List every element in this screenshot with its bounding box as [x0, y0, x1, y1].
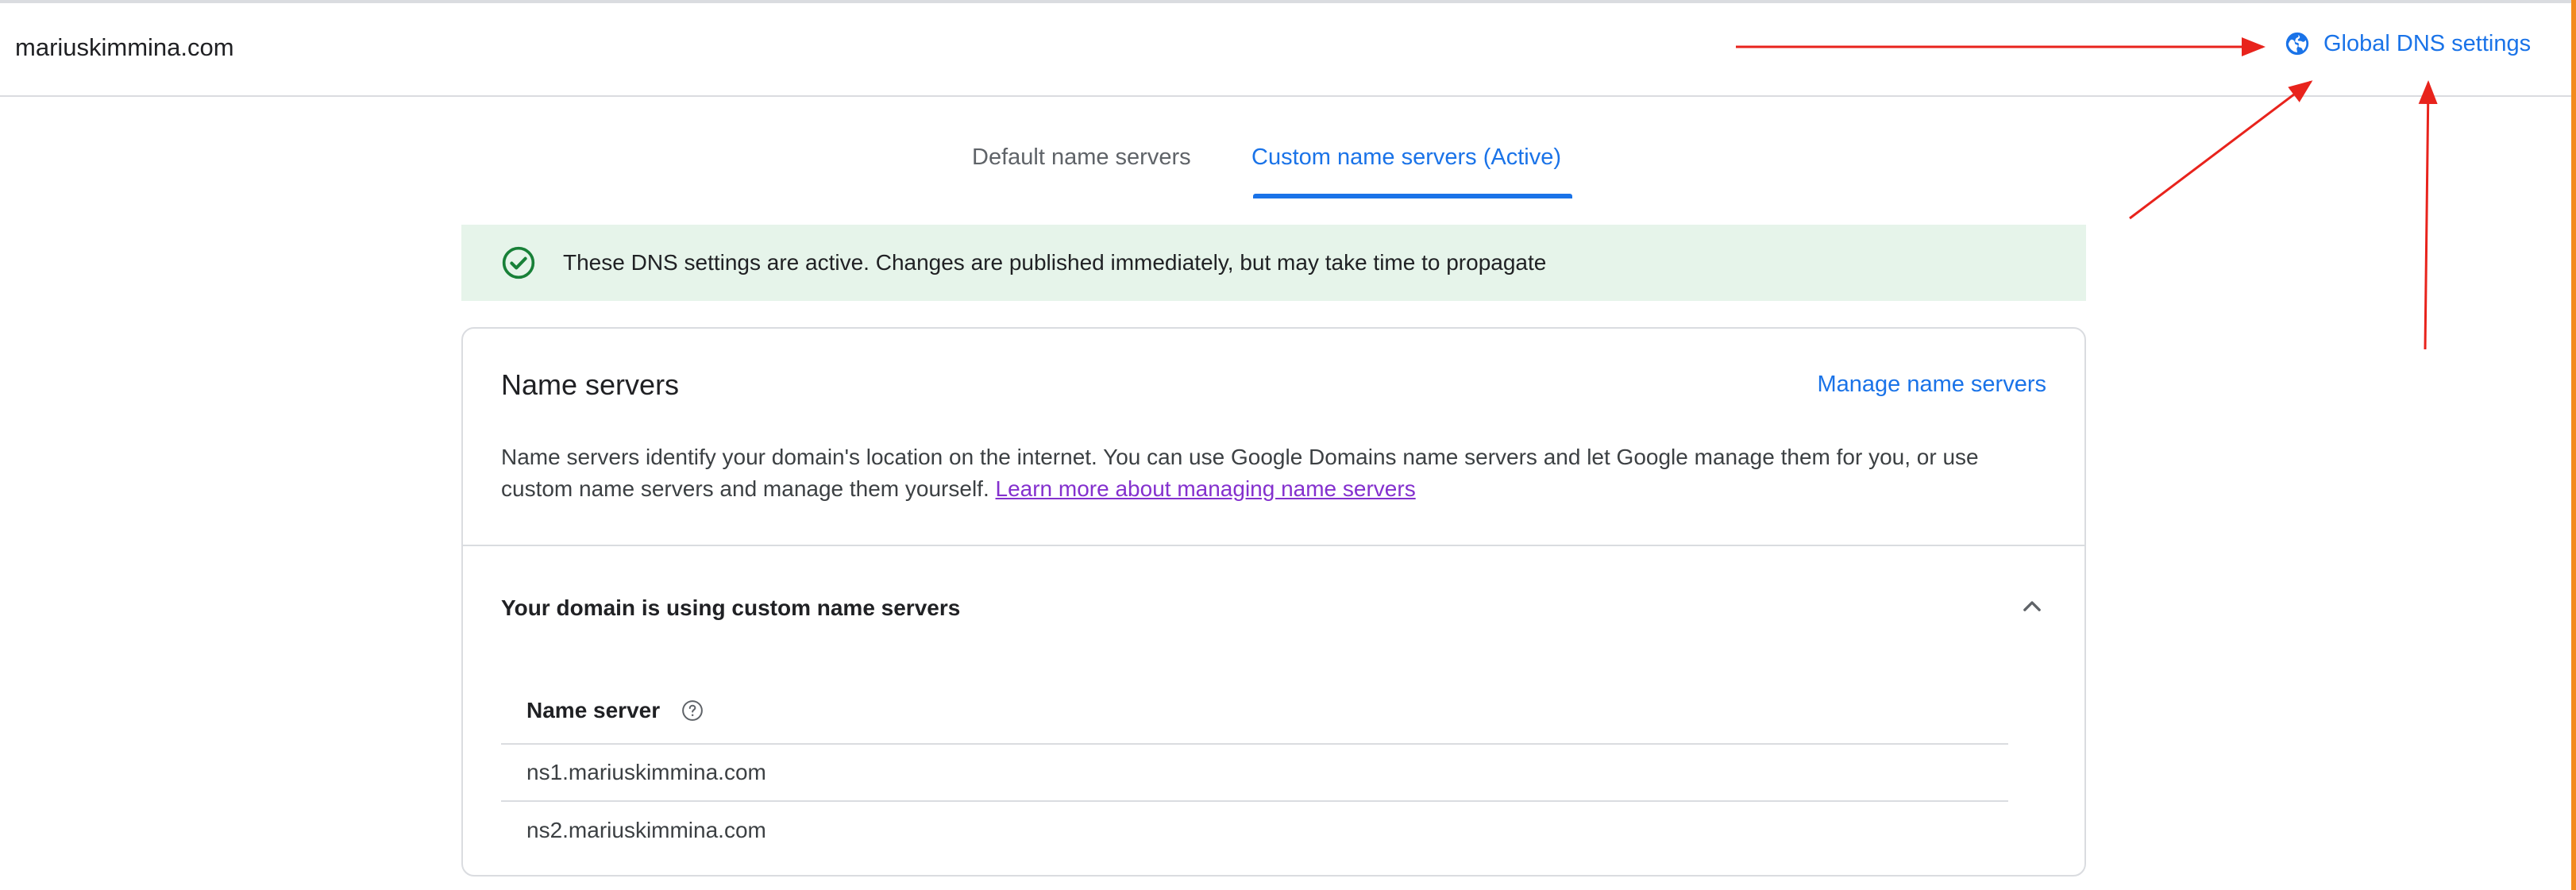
- active-tab-indicator: [1253, 194, 1572, 198]
- table-row: ns1.mariuskimmina.com: [501, 745, 2008, 802]
- domain-name: mariuskimmina.com: [15, 33, 234, 61]
- global-dns-settings-label: Global DNS settings: [2323, 30, 2532, 56]
- table-row: ns2.mariuskimmina.com: [501, 802, 2008, 859]
- manage-name-servers-link[interactable]: Manage name servers: [1817, 372, 2046, 398]
- name-servers-card: Name servers Manage name servers Name se…: [461, 327, 2086, 877]
- card-divider: [463, 545, 2084, 546]
- chevron-up-icon[interactable]: [2016, 591, 2048, 622]
- tab-default-name-servers[interactable]: Default name servers: [972, 144, 1191, 171]
- card-description: Name servers identify your domain's loca…: [501, 441, 2050, 505]
- name-server-table: Name server ns1.mariuskimmina.com ns2.ma…: [501, 678, 2008, 859]
- column-header-name-server: Name server: [526, 698, 661, 722]
- banner-message: These DNS settings are active. Changes a…: [563, 250, 1547, 275]
- table-header: Name server: [501, 678, 2008, 745]
- name-server-value: ns1.mariuskimmina.com: [526, 760, 766, 784]
- globe-icon: [2285, 32, 2309, 56]
- section-title: Your domain is using custom name servers: [501, 595, 961, 620]
- header-bar: mariuskimmina.com Global DNS settings: [0, 3, 2571, 97]
- window-edge: [2571, 0, 2576, 890]
- card-title: Name servers: [501, 368, 680, 401]
- name-server-value: ns2.mariuskimmina.com: [526, 818, 766, 842]
- help-icon[interactable]: [681, 699, 704, 722]
- global-dns-settings-link[interactable]: Global DNS settings: [2284, 30, 2531, 57]
- status-banner: These DNS settings are active. Changes a…: [461, 225, 2086, 301]
- learn-more-link[interactable]: Learn more about managing name servers: [996, 476, 1416, 501]
- check-circle-icon: [502, 246, 535, 279]
- tab-custom-name-servers[interactable]: Custom name servers (Active): [1251, 144, 1561, 171]
- tab-bar: Default name servers Custom name servers…: [0, 97, 2571, 200]
